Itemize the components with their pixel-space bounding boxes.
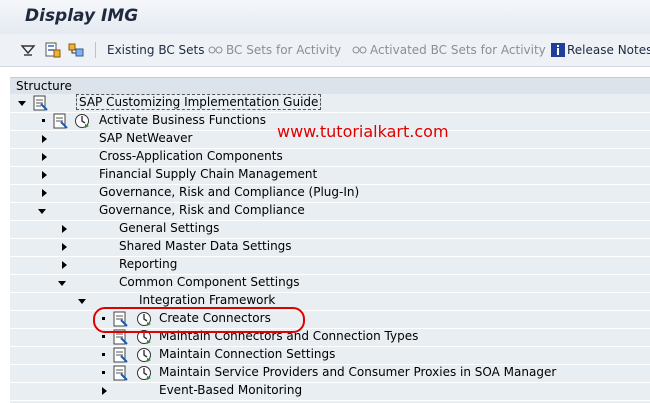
watermark-text: www.tutorialkart.com [277,122,449,141]
tree-item-label[interactable]: Cross-Application Components [99,149,283,163]
documentation-icon[interactable] [112,365,128,381]
expand-triangle-icon[interactable] [39,170,49,180]
highlight-annotation [93,307,305,333]
tree-root-row[interactable]: SAP Customizing Implementation Guide [10,94,650,113]
structure-header: Structure [10,77,650,95]
expand-triangle-icon[interactable] [59,260,69,270]
execute-activity-icon[interactable] [136,365,152,381]
find-icon[interactable] [68,42,84,58]
tree-item-label[interactable]: General Settings [119,221,219,235]
tree-item-financial-supply-chain[interactable]: Financial Supply Chain Management [10,166,650,185]
bc-sets-for-activity-button[interactable]: BC Sets for Activity [208,43,341,57]
tree-item-label[interactable]: Event-Based Monitoring [159,383,302,397]
tree-item-label[interactable]: Integration Framework [139,293,275,307]
tree-item-maintain-connection-settings[interactable]: Maintain Connection Settings [10,346,650,365]
info-icon [551,43,565,57]
bc-sets-for-activity-label: BC Sets for Activity [226,43,342,57]
activated-bc-sets-label: Activated BC Sets for Activity [370,43,546,57]
bc-set-chain-icon [208,46,223,54]
collapse-triangle-icon[interactable] [57,278,67,288]
execute-activity-icon[interactable] [74,113,90,129]
collapse-triangle-icon[interactable] [17,98,27,108]
window-title: Display IMG [25,6,139,26]
tree-item-label[interactable]: Reporting [119,257,177,271]
application-toolbar: Existing BC Sets BC Sets for Activity Ac… [0,34,650,67]
leaf-bullet [102,335,105,338]
tree-item-label[interactable]: Governance, Risk and Compliance (Plug-In… [99,185,359,199]
expand-tree-icon[interactable] [20,42,36,58]
tree-item-label[interactable]: Financial Supply Chain Management [99,167,317,181]
tree-item-label[interactable]: Governance, Risk and Compliance [99,203,305,217]
tree-item-common-component-settings[interactable]: Common Component Settings [10,274,650,293]
expand-triangle-icon[interactable] [39,152,49,162]
expand-triangle-icon[interactable] [99,386,109,396]
release-notes-label: Release Notes [567,43,650,57]
expand-triangle-icon[interactable] [59,224,69,234]
where-used-icon[interactable] [45,42,61,58]
toolbar-separator [95,42,96,58]
expand-triangle-icon[interactable] [39,134,49,144]
activated-bc-set-chain-icon [352,46,367,54]
leaf-bullet [102,371,105,374]
tree-item-grc-plug-in[interactable]: Governance, Risk and Compliance (Plug-In… [10,184,650,203]
existing-bc-sets-label: Existing BC Sets [107,43,205,57]
collapse-triangle-icon[interactable] [37,206,47,216]
tree-item-maintain-service-providers[interactable]: Maintain Service Providers and Consumer … [10,364,650,383]
tree-item-cross-application-components[interactable]: Cross-Application Components [10,148,650,167]
tree-item-label[interactable]: Maintain Connection Settings [159,347,335,361]
leaf-bullet [42,119,45,122]
activated-bc-sets-button[interactable]: Activated BC Sets for Activity [352,43,546,57]
title-bar: Display IMG [0,0,650,34]
tree-root-label[interactable]: SAP Customizing Implementation Guide [75,94,322,110]
documentation-icon[interactable] [32,95,48,111]
collapse-triangle-icon[interactable] [77,296,87,306]
tree-item-grc[interactable]: Governance, Risk and Compliance [10,202,650,221]
tree-item-label[interactable]: SAP NetWeaver [99,131,192,145]
expand-triangle-icon[interactable] [59,242,69,252]
tree-item-general-settings[interactable]: General Settings [10,220,650,239]
execute-activity-icon[interactable] [136,347,152,363]
tree-item-event-based-monitoring[interactable]: Event-Based Monitoring [10,382,650,401]
tree-item-label[interactable]: Common Component Settings [119,275,300,289]
leaf-bullet [102,353,105,356]
tree-item-reporting[interactable]: Reporting [10,256,650,275]
tree-item-label[interactable]: Maintain Service Providers and Consumer … [159,365,556,379]
existing-bc-sets-button[interactable]: Existing BC Sets [107,43,205,57]
tree-item-label[interactable]: Activate Business Functions [99,113,266,127]
expand-triangle-icon[interactable] [39,188,49,198]
structure-header-label: Structure [16,79,72,93]
documentation-icon[interactable] [112,347,128,363]
tree-item-label[interactable]: Shared Master Data Settings [119,239,292,253]
tree-item-shared-master-data[interactable]: Shared Master Data Settings [10,238,650,257]
documentation-icon[interactable] [52,113,68,129]
release-notes-button[interactable]: Release Notes [551,43,650,57]
